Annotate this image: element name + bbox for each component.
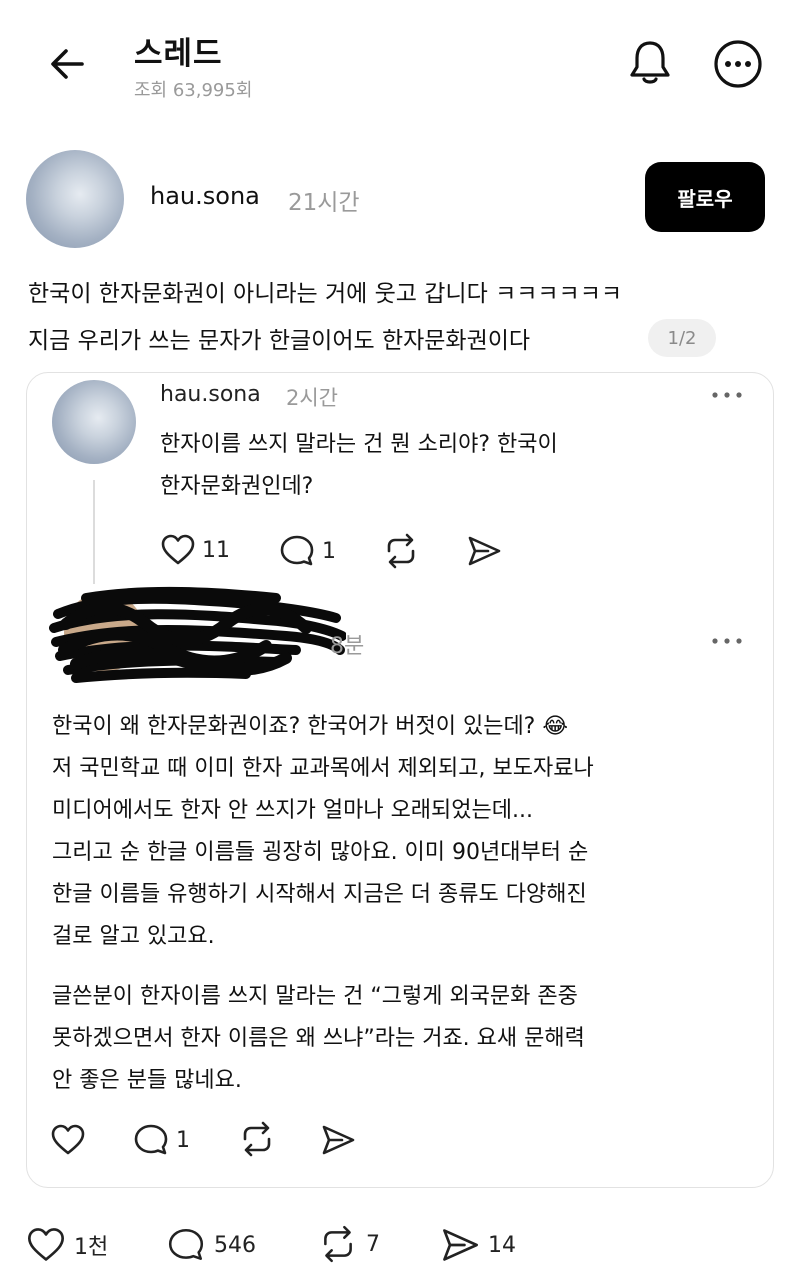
page-title: 스레드 (134, 36, 223, 72)
more-dots-icon[interactable] (710, 388, 744, 402)
repost-count: 7 (366, 1231, 380, 1257)
quoted-reply-button[interactable]: 1 (278, 533, 336, 569)
comment-bubble-icon (168, 1228, 204, 1260)
like-count: 1천 (74, 1235, 109, 1260)
quoted-like-button[interactable]: 11 (160, 533, 230, 567)
heart-icon (161, 534, 195, 565)
reply-count: 1 (176, 1127, 190, 1153)
post-text-line: 한국이 한자문화권이 아니라는 거에 웃고 갑니다 ㅋㅋㅋㅋㅋㅋ (28, 281, 623, 307)
quoted-author-avatar[interactable] (52, 380, 136, 464)
share-count: 14 (488, 1232, 516, 1258)
page-indicator-badge: 1/2 (648, 319, 716, 357)
heart-icon[interactable] (50, 1123, 86, 1157)
reply-button[interactable]: 546 (166, 1226, 256, 1264)
reply-text-line: 글쓴분이 한자이름 쓰지 말라는 건 “그렇게 외국문화 존중 (52, 984, 578, 1009)
reply-text-line: 한글 이름들 유행하기 시작해서 지금은 더 종류도 다양해진 (52, 882, 587, 907)
reply-count: 546 (214, 1232, 256, 1258)
reply-count: 1 (322, 538, 336, 564)
share-send-icon[interactable] (320, 1123, 356, 1157)
comment-bubble-icon (280, 535, 314, 566)
reply-text-line: 미디어에서도 한자 안 쓰지가 얼마나 오래되었는데... (52, 798, 533, 823)
author-name[interactable]: hau.sona (150, 182, 260, 210)
reply-reply-button[interactable]: 1 (132, 1122, 190, 1158)
repost-icon[interactable] (238, 1120, 276, 1158)
more-circle-icon[interactable] (712, 38, 764, 90)
quoted-post-time: 2시간 (286, 386, 339, 410)
view-count: 조회 63,995회 (134, 80, 253, 101)
post-time: 21시간 (288, 190, 360, 216)
repost-button[interactable]: 7 (318, 1224, 380, 1264)
bell-icon[interactable] (624, 36, 676, 88)
reply-text-line: 안 좋은 분들 많네요. (52, 1068, 242, 1093)
heart-icon (28, 1228, 64, 1261)
post-text-line: 지금 우리가 쓰는 문자가 한글이어도 한자문화권이다 (28, 328, 531, 354)
reply-text-line: 한국이 왜 한자문화권이죠? 한국어가 버젓이 있는데? 😂 (52, 714, 569, 739)
repost-icon (324, 1225, 352, 1263)
quoted-text-line: 한자문화권인데? (160, 474, 314, 499)
reply-text-line: 그리고 순 한글 이름들 굉장히 많아요. 이미 90년대부터 순 (52, 840, 589, 865)
like-count: 11 (202, 537, 230, 563)
redacted-author-scribble (49, 586, 346, 683)
reply-time: 8분 (330, 634, 365, 659)
reply-text-line: 저 국민학교 때 이미 한자 교과목에서 제외되고, 보도자료나 (52, 756, 594, 781)
reply-text-line: 못하겠으면서 한자 이름은 왜 쓰냐”라는 거죠. 요새 문해력 (52, 1026, 585, 1051)
quoted-text-line: 한자이름 쓰지 말라는 건 뭔 소리야? 한국이 (160, 432, 558, 457)
author-avatar[interactable] (26, 150, 124, 248)
reply-text-line: 걸로 알고 있고요. (52, 924, 215, 949)
repost-icon[interactable] (382, 532, 420, 570)
quoted-author-name[interactable]: hau.sona (160, 382, 261, 407)
more-dots-icon[interactable] (710, 634, 744, 648)
comment-bubble-icon (134, 1124, 168, 1155)
like-button[interactable]: 1천 (26, 1226, 108, 1264)
share-send-icon[interactable] (466, 534, 502, 568)
share-button[interactable]: 14 (440, 1226, 516, 1264)
share-send-icon (443, 1229, 478, 1261)
follow-button[interactable]: 팔로우 (645, 162, 765, 232)
back-arrow-icon[interactable] (44, 40, 92, 88)
thread-connector-line (93, 480, 95, 584)
